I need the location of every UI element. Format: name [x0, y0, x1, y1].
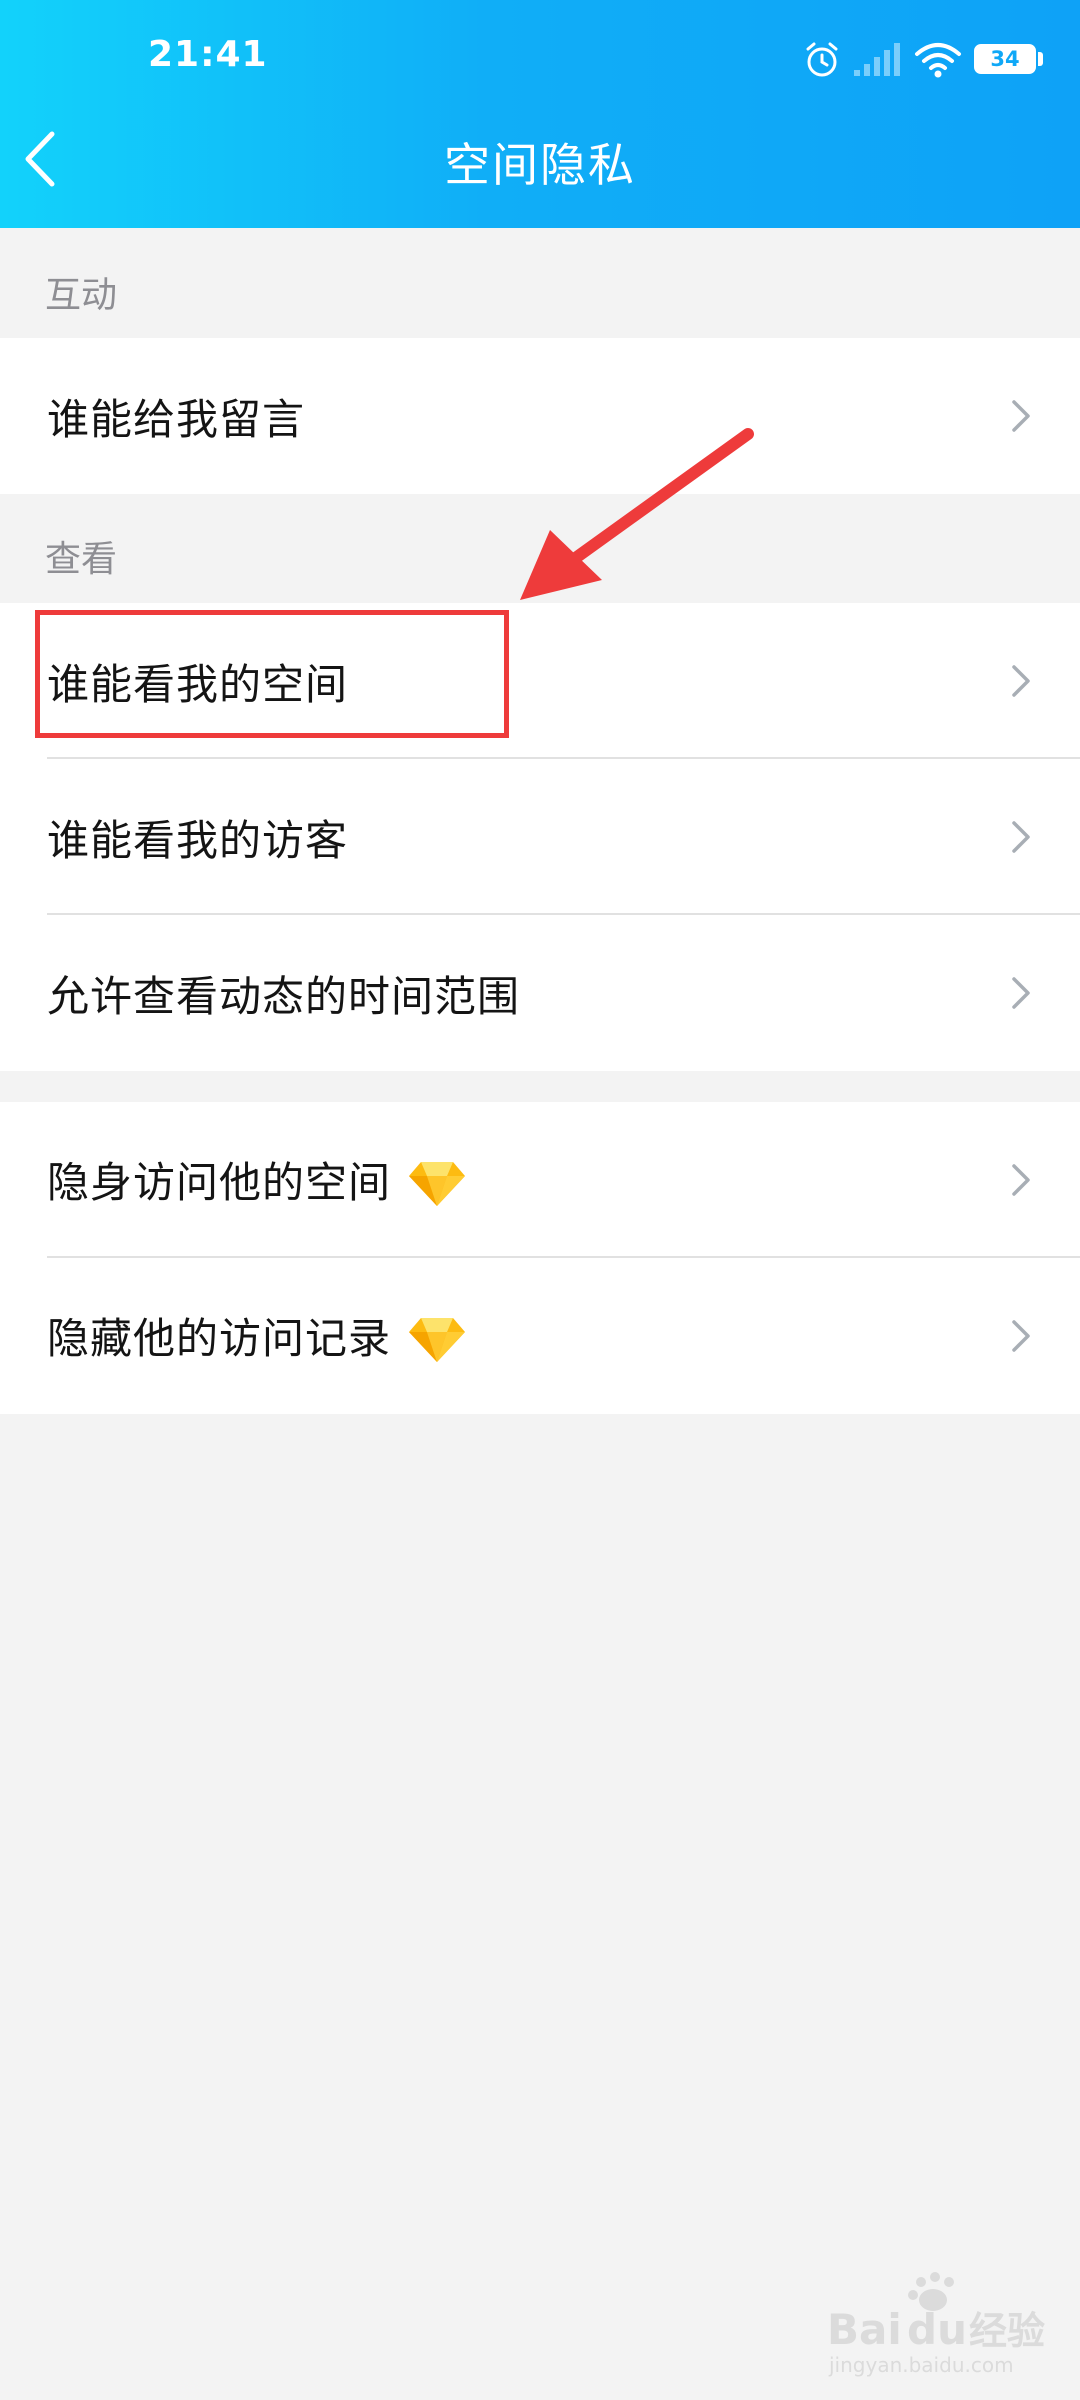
- svg-text:Bai: Bai: [827, 2305, 902, 2354]
- row-who-can-see-my-visitors[interactable]: 谁能看我的访客: [0, 759, 1080, 915]
- annotation-arrow-icon: [520, 428, 754, 600]
- row-label: 隐藏他的访问记录: [47, 1305, 467, 1367]
- section-label-view: 查看: [45, 539, 118, 580]
- row-label: 谁能给我留言: [47, 394, 306, 444]
- page-title: 空间隐私: [444, 138, 636, 192]
- row-hide-visit-records[interactable]: 隐藏他的访问记录: [0, 1258, 1080, 1414]
- highlight-box: [35, 610, 509, 738]
- svg-text:du: du: [907, 2305, 967, 2354]
- group-vip: 隐身访问他的空间 隐藏他的访问记录: [0, 1102, 1080, 1414]
- row-label-text: 隐藏他的访问记录: [47, 1314, 392, 1364]
- chevron-right-icon: [1012, 665, 1030, 697]
- battery-tip: [1038, 52, 1043, 66]
- row-label: 隐身访问他的空间: [47, 1149, 467, 1211]
- section-label-interaction: 互动: [45, 275, 118, 316]
- chevron-right-icon: [1012, 1164, 1030, 1196]
- chevron-right-icon: [1012, 821, 1030, 853]
- battery-icon: 34: [974, 44, 1036, 74]
- diamond-icon: [409, 1161, 466, 1206]
- row-feed-time-range[interactable]: 允许查看动态的时间范围: [0, 915, 1080, 1071]
- diamond-icon: [409, 1317, 466, 1362]
- row-label: 谁能看我的访客: [47, 815, 349, 865]
- row-label: 允许查看动态的时间范围: [47, 971, 521, 1021]
- chevron-right-icon: [1012, 977, 1030, 1009]
- row-label-text: 隐身访问他的空间: [47, 1158, 392, 1208]
- status-icons: 34: [802, 40, 1052, 82]
- chevron-right-icon: [1012, 1320, 1030, 1352]
- baidu-jingyan-watermark: Bai du 经验 jingyan.baidu.com: [827, 2272, 1045, 2377]
- svg-text:经验: 经验: [969, 2309, 1045, 2353]
- chevron-right-icon: [1012, 400, 1030, 432]
- top-bar: 21:41 34 空间隐私: [0, 0, 1080, 228]
- status-time: 21:41: [148, 34, 268, 75]
- signal-icon: [854, 43, 900, 76]
- battery-level: 34: [990, 47, 1020, 71]
- svg-text:jingyan.baidu.com: jingyan.baidu.com: [828, 2353, 1014, 2377]
- wifi-icon: [915, 43, 961, 78]
- alarm-icon: [806, 42, 838, 77]
- row-invisible-visit[interactable]: 隐身访问他的空间: [0, 1102, 1080, 1258]
